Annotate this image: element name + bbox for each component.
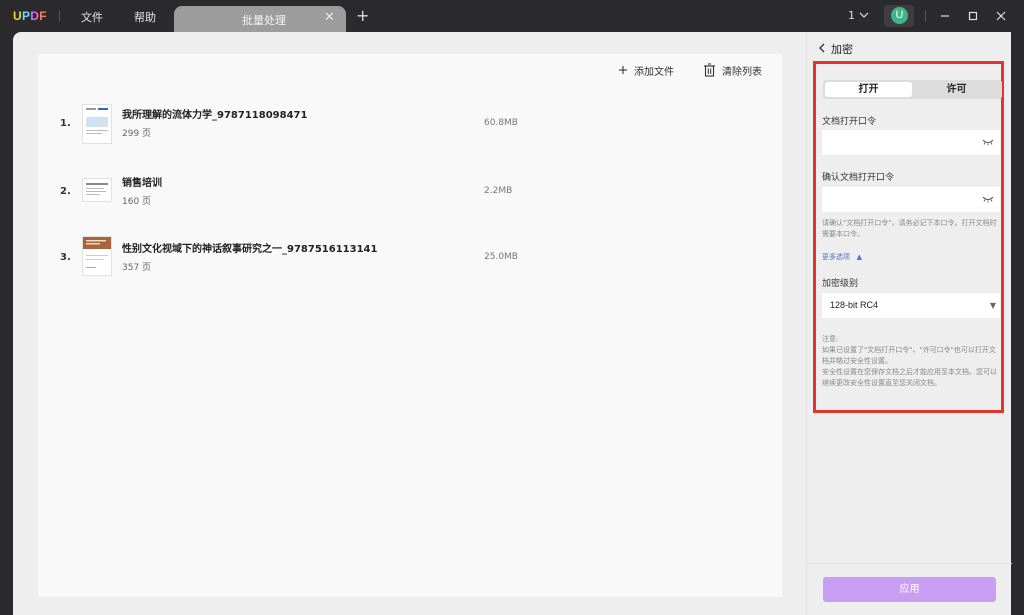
divider xyxy=(807,563,1012,564)
row-index: 2. xyxy=(60,186,71,197)
main-area: 添加文件 清除列表 1. 我所理解的流体力学_9787118098471 299… xyxy=(13,32,806,615)
separator xyxy=(925,10,926,22)
separator xyxy=(59,10,60,22)
menu-help[interactable]: 帮助 xyxy=(134,9,156,25)
file-thumbnail xyxy=(82,104,112,144)
add-file-button[interactable]: 添加文件 xyxy=(618,62,674,78)
tab-label: 批量处理 xyxy=(242,14,286,27)
close-window-icon[interactable] xyxy=(994,9,1008,23)
thumbnail-image xyxy=(83,237,111,268)
chevron-down-icon[interactable] xyxy=(858,9,870,21)
note-title: 注意: xyxy=(822,335,839,343)
file-thumbnail xyxy=(82,178,112,202)
account-button[interactable]: U xyxy=(884,5,914,27)
confirm-password-label: 确认文档打开口令 xyxy=(822,173,895,183)
more-options-link[interactable]: 更多选项 ▲ xyxy=(822,252,862,262)
eye-closed-icon[interactable] xyxy=(982,195,994,203)
caret-up-icon: ▲ xyxy=(852,253,863,261)
add-file-label: 添加文件 xyxy=(634,66,674,78)
back-icon[interactable] xyxy=(817,43,827,53)
logo-letter: F xyxy=(39,9,47,23)
encryption-tabs: 打开 许可 xyxy=(823,80,1002,99)
file-size: 25.0MB xyxy=(484,252,518,262)
encryption-settings-frame: 打开 许可 文档打开口令 确认文档打开口令 请确认"文档打开口令"，请务必记下本… xyxy=(813,61,1004,413)
file-size: 60.8MB xyxy=(484,118,518,128)
page-count: 1 xyxy=(848,9,855,22)
tab-batch[interactable]: 批量处理 ✕ xyxy=(174,6,346,32)
row-index: 1. xyxy=(60,118,71,129)
maximize-icon[interactable] xyxy=(966,9,980,23)
note-text-2: 安全性设置在您保存文档之后才能应用至本文档。您可以继续更改安全性设置直至您关闭文… xyxy=(822,368,997,387)
app-logo: UPDF xyxy=(13,9,47,23)
note-text-1: 如果已设置了"文档打开口令"、"许可口令"也可以打开文档并略过安全性设置。 xyxy=(822,346,996,365)
open-password-label: 文档打开口令 xyxy=(822,117,877,127)
thumbnail-image xyxy=(86,183,108,195)
encryption-sidebar: 加密 打开 许可 文档打开口令 确认文档打开口令 请确认"文档打开口令"，请务必… xyxy=(806,32,1012,615)
file-name: 销售培训 xyxy=(122,178,162,189)
eye-closed-icon[interactable] xyxy=(982,138,994,146)
minimize-icon[interactable] xyxy=(938,9,952,23)
file-row[interactable]: 1. 我所理解的流体力学_9787118098471 299 页 60.8MB xyxy=(38,100,782,148)
avatar: U xyxy=(891,7,908,24)
apply-button[interactable]: 应用 xyxy=(823,577,996,602)
row-index: 3. xyxy=(60,252,71,263)
file-pages: 160 页 xyxy=(122,197,152,207)
plus-icon xyxy=(619,66,627,74)
new-tab-button[interactable]: + xyxy=(356,6,369,25)
title-bar: UPDF 文件 帮助 批量处理 ✕ + 1 U xyxy=(0,0,1024,32)
encryption-level-value: 128-bit RC4 xyxy=(830,300,879,310)
thumbnail-image xyxy=(86,108,108,134)
file-size: 2.2MB xyxy=(484,186,513,196)
confirm-password-input[interactable] xyxy=(822,187,1000,212)
logo-letter: U xyxy=(13,9,22,23)
clear-list-label: 清除列表 xyxy=(722,66,762,78)
encryption-level-select[interactable]: 128-bit RC4 ▼ xyxy=(822,293,1000,318)
password-hint: 请确认"文档打开口令"，请务必记下本口令。打开文档时需要本口令。 xyxy=(822,219,997,238)
file-name: 我所理解的流体力学_9787118098471 xyxy=(122,110,308,121)
file-row[interactable]: 3. 性别文化视域下的神话叙事研究之一_9787516113141 357 页 … xyxy=(38,234,782,282)
clear-list-button[interactable]: 清除列表 xyxy=(703,62,762,78)
trash-icon xyxy=(704,63,715,77)
tab-open[interactable]: 打开 xyxy=(825,82,912,97)
file-pages: 299 页 xyxy=(122,129,152,139)
more-options-label: 更多选项 xyxy=(822,253,850,261)
sidebar-title: 加密 xyxy=(831,43,853,56)
logo-letter: D xyxy=(30,9,40,23)
caret-down-icon: ▼ xyxy=(989,301,996,310)
encryption-level-label: 加密级别 xyxy=(822,279,859,289)
file-thumbnail xyxy=(82,236,112,276)
tab-permission[interactable]: 许可 xyxy=(913,82,1000,97)
file-row[interactable]: 2. 销售培训 160 页 2.2MB xyxy=(38,168,782,216)
close-icon[interactable]: ✕ xyxy=(324,10,335,25)
file-pages: 357 页 xyxy=(122,263,152,273)
open-password-input[interactable] xyxy=(822,130,1000,155)
menu-file[interactable]: 文件 xyxy=(81,9,103,25)
file-name: 性别文化视域下的神话叙事研究之一_9787516113141 xyxy=(122,244,378,255)
